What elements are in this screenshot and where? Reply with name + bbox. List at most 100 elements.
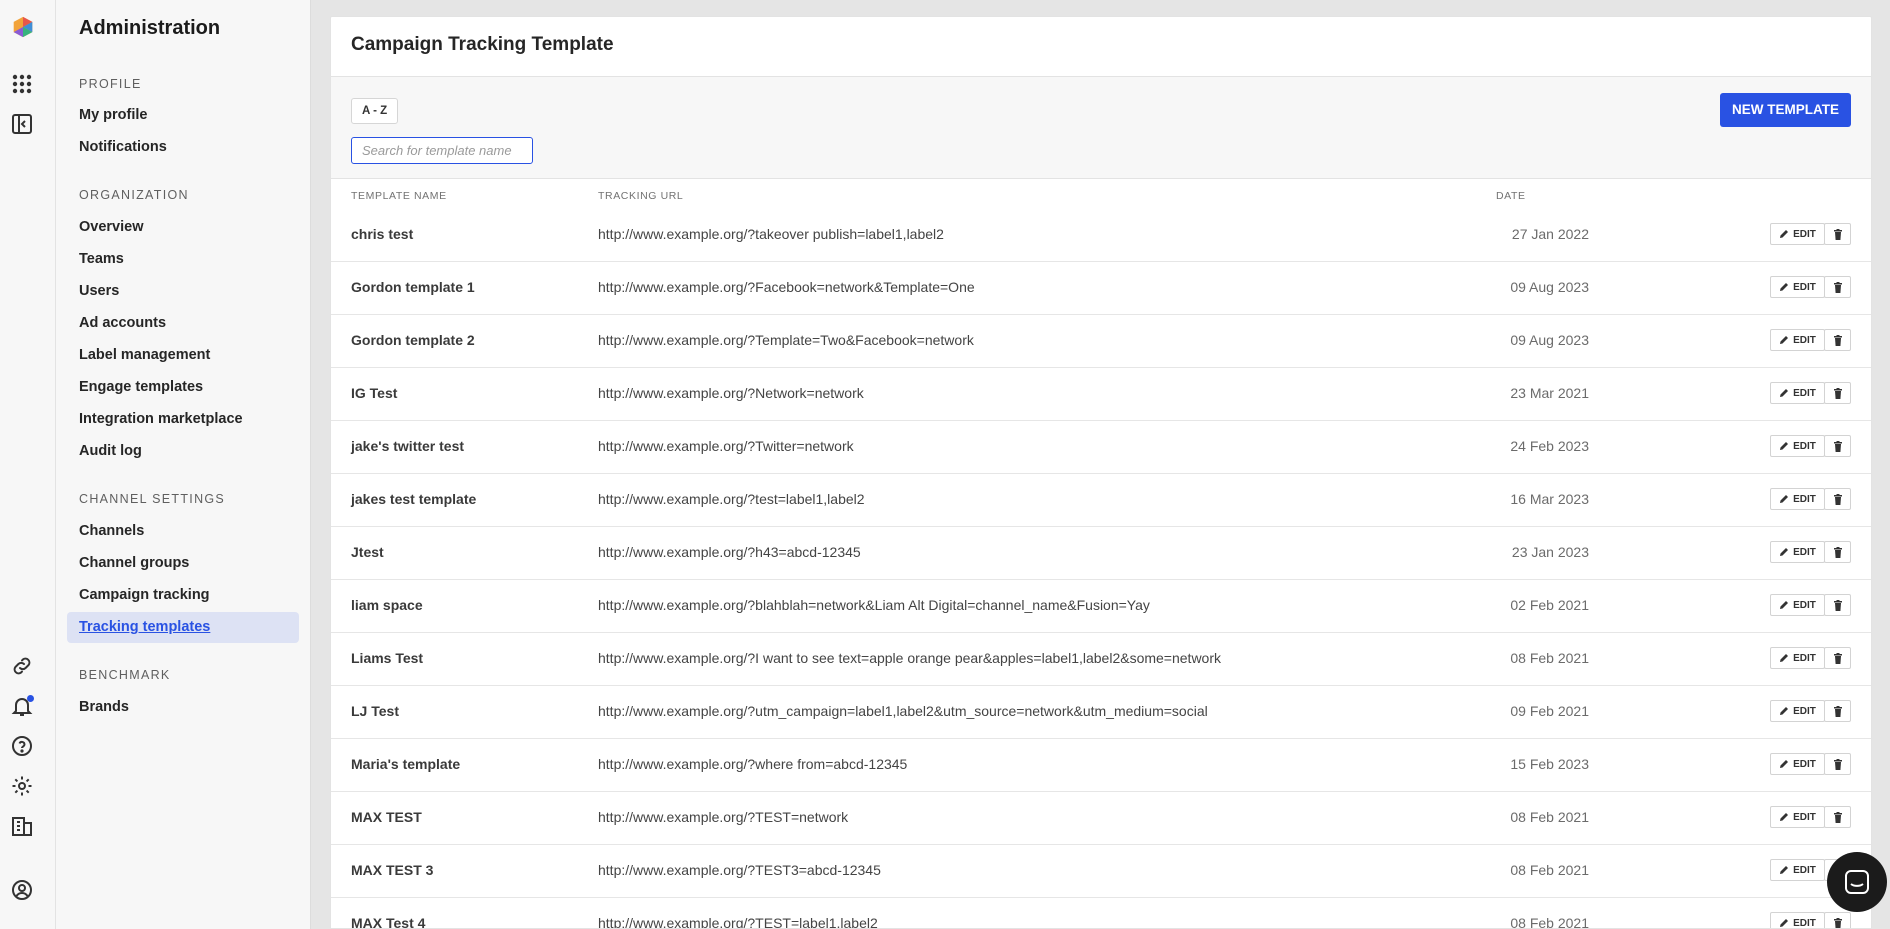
edit-label: EDIT	[1793, 440, 1816, 452]
edit-button[interactable]: EDIT	[1770, 541, 1825, 563]
column-header-date[interactable]: DATE	[1496, 190, 1526, 202]
link-icon[interactable]	[10, 654, 34, 678]
edit-button[interactable]: EDIT	[1770, 594, 1825, 616]
table-row[interactable]: jake's twitter test http://www.example.or…	[331, 421, 1871, 474]
edit-button[interactable]: EDIT	[1770, 912, 1825, 928]
table-row[interactable]: LJ Test http://www.example.org/?utm_campa…	[331, 686, 1871, 739]
edit-button[interactable]: EDIT	[1770, 753, 1825, 775]
column-header-tracking-url[interactable]: TRACKING URL	[598, 190, 683, 202]
template-name: LJ Test	[351, 703, 399, 719]
sidebar-item-tracking-templates[interactable]: Tracking templates	[67, 612, 299, 643]
edit-button[interactable]: EDIT	[1770, 435, 1825, 457]
table-row[interactable]: MAX TEST 3 http://www.example.org/?TEST3=…	[331, 845, 1871, 898]
sidebar-item-teams[interactable]: Teams	[67, 244, 299, 275]
delete-button[interactable]	[1824, 647, 1851, 669]
building-icon[interactable]	[10, 814, 34, 838]
sidebar-item-integration-marketplace[interactable]: Integration marketplace	[67, 404, 299, 435]
edit-button[interactable]: EDIT	[1770, 647, 1825, 669]
sidebar-item-my-profile[interactable]: My profile	[67, 100, 299, 131]
trash-icon	[1833, 440, 1842, 452]
sidebar-item-notifications[interactable]: Notifications	[67, 132, 299, 163]
template-date: 08 Feb 2021	[1510, 862, 1589, 878]
template-date: 23 Mar 2021	[1510, 385, 1589, 401]
sidebar-item-engage-templates[interactable]: Engage templates	[67, 372, 299, 403]
sidebar-item-channels[interactable]: Channels	[67, 516, 299, 547]
trash-icon	[1833, 281, 1842, 293]
bell-icon[interactable]	[10, 694, 34, 718]
sidebar-item-brands[interactable]: Brands	[67, 692, 299, 723]
help-icon[interactable]	[10, 734, 34, 758]
delete-button[interactable]	[1824, 912, 1851, 928]
trash-icon	[1833, 599, 1842, 611]
edit-label: EDIT	[1793, 228, 1816, 240]
delete-button[interactable]	[1824, 276, 1851, 298]
sidebar-item-channel-groups[interactable]: Channel groups	[67, 548, 299, 579]
edit-label: EDIT	[1793, 705, 1816, 717]
table-row[interactable]: Gordon template 1 http://www.example.org/…	[331, 262, 1871, 315]
edit-label: EDIT	[1793, 758, 1816, 770]
edit-button[interactable]: EDIT	[1770, 276, 1825, 298]
delete-button[interactable]	[1824, 806, 1851, 828]
delete-button[interactable]	[1824, 329, 1851, 351]
trash-icon	[1833, 493, 1842, 505]
delete-button[interactable]	[1824, 541, 1851, 563]
delete-button[interactable]	[1824, 223, 1851, 245]
toolbar: A - Z NEW TEMPLATE	[331, 77, 1871, 179]
pencil-icon	[1780, 495, 1789, 503]
table-row[interactable]: Gordon template 2 http://www.example.org/…	[331, 315, 1871, 368]
new-template-button[interactable]: NEW TEMPLATE	[1720, 93, 1851, 127]
table-row[interactable]: chris test http://www.example.org/?takeov…	[331, 209, 1871, 262]
search-input[interactable]	[351, 137, 533, 164]
tracking-url: http://www.example.org/?where from=abcd-…	[598, 756, 908, 772]
template-date: 09 Feb 2021	[1510, 703, 1589, 719]
sort-az-button[interactable]: A - Z	[351, 98, 399, 124]
chat-launcher-button[interactable]	[1827, 852, 1887, 912]
edit-button[interactable]: EDIT	[1770, 859, 1825, 881]
delete-button[interactable]	[1824, 700, 1851, 722]
edit-button[interactable]: EDIT	[1770, 806, 1825, 828]
account-icon[interactable]	[10, 878, 34, 902]
template-name: jake's twitter test	[351, 438, 465, 454]
table-row[interactable]: jakes test template http://www.example.or…	[331, 474, 1871, 527]
sidebar-item-label-management[interactable]: Label management	[67, 340, 299, 371]
logo-icon[interactable]	[10, 14, 36, 40]
edit-label: EDIT	[1793, 281, 1816, 293]
table-row[interactable]: Maria's template http://www.example.org/?…	[331, 739, 1871, 792]
sidebar-item-campaign-tracking[interactable]: Campaign tracking	[67, 580, 299, 611]
edit-label: EDIT	[1793, 652, 1816, 664]
delete-button[interactable]	[1824, 435, 1851, 457]
sidebar-item-ad-accounts[interactable]: Ad accounts	[67, 308, 299, 339]
table-row[interactable]: IG Test http://www.example.org/?Network=n…	[331, 368, 1871, 421]
edit-button[interactable]: EDIT	[1770, 329, 1825, 351]
gear-icon[interactable]	[10, 774, 34, 798]
apps-grid-icon[interactable]	[10, 72, 34, 96]
sidebar-item-audit-log[interactable]: Audit log	[67, 436, 299, 467]
template-date: 08 Feb 2021	[1510, 650, 1589, 666]
column-header-template-name[interactable]: TEMPLATE NAME	[351, 190, 447, 202]
edit-label: EDIT	[1793, 864, 1816, 876]
edit-button[interactable]: EDIT	[1770, 700, 1825, 722]
edit-label: EDIT	[1793, 334, 1816, 346]
delete-button[interactable]	[1824, 594, 1851, 616]
sidebar-item-users[interactable]: Users	[67, 276, 299, 307]
panel-header: Campaign Tracking Template	[331, 17, 1871, 77]
table-row[interactable]: MAX TEST http://www.example.org/?TEST=net…	[331, 792, 1871, 845]
edit-button[interactable]: EDIT	[1770, 223, 1825, 245]
edit-button[interactable]: EDIT	[1770, 488, 1825, 510]
template-name: MAX TEST	[351, 809, 422, 825]
section-label-profile: PROFILE	[79, 77, 142, 91]
table-row[interactable]: liam space http://www.example.org/?blahbl…	[331, 580, 1871, 633]
table-row[interactable]: Jtest http://www.example.org/?h43=abcd-12…	[331, 527, 1871, 580]
sidebar-toggle-icon[interactable]	[10, 112, 34, 136]
tracking-url: http://www.example.org/?Template=Two&Fac…	[598, 332, 974, 348]
table-row[interactable]: MAX Test 4 http://www.example.org/?TEST=l…	[331, 898, 1871, 928]
sidebar-item-overview[interactable]: Overview	[67, 212, 299, 243]
section-label-channel-settings: CHANNEL SETTINGS	[79, 492, 226, 506]
delete-button[interactable]	[1824, 488, 1851, 510]
delete-button[interactable]	[1824, 382, 1851, 404]
delete-button[interactable]	[1824, 753, 1851, 775]
trash-icon	[1833, 546, 1842, 558]
edit-button[interactable]: EDIT	[1770, 382, 1825, 404]
trash-icon	[1833, 705, 1842, 717]
table-row[interactable]: Liams Test http://www.example.org/?I want…	[331, 633, 1871, 686]
